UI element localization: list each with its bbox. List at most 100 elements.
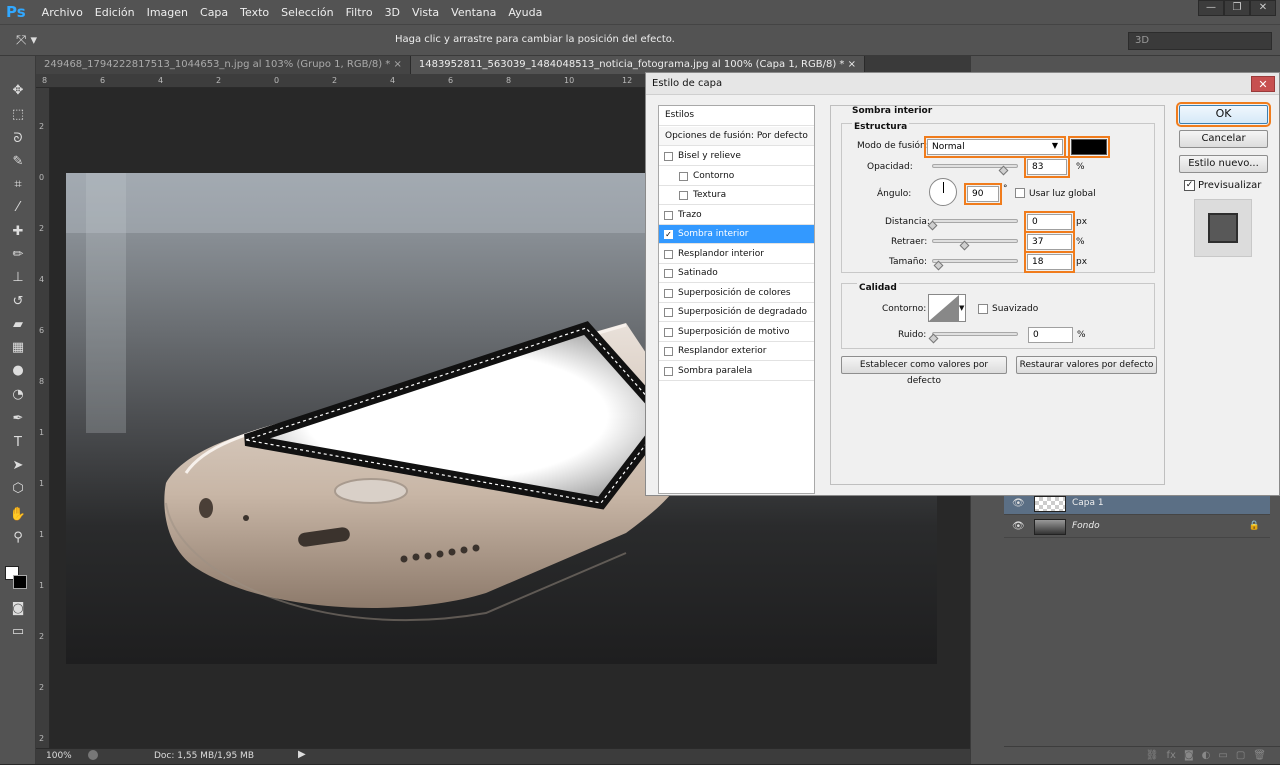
style-item[interactable]: Superposición de motivo: [659, 323, 814, 342]
blend-options-item[interactable]: Opciones de fusión: Por defecto: [659, 127, 814, 146]
menu-ventana[interactable]: Ventana: [445, 6, 502, 19]
distance-slider[interactable]: [927, 219, 1018, 231]
style-item[interactable]: Trazo: [659, 206, 814, 225]
style-checkbox[interactable]: [664, 308, 673, 317]
eye-icon[interactable]: 👁: [1012, 498, 1025, 509]
style-checkbox[interactable]: ✓: [664, 230, 673, 239]
status-arrow-icon[interactable]: ▶: [298, 749, 306, 760]
menu-imagen[interactable]: Imagen: [141, 6, 194, 19]
new-layer-icon[interactable]: ▢: [1236, 747, 1245, 764]
menu-vista[interactable]: Vista: [406, 6, 445, 19]
dialog-close-button[interactable]: ✕: [1251, 76, 1275, 92]
size-slider[interactable]: [932, 259, 1018, 271]
eraser-icon[interactable]: ▰: [7, 314, 29, 336]
style-checkbox[interactable]: [664, 288, 673, 298]
style-item[interactable]: Contorno: [659, 167, 814, 186]
ok-button[interactable]: OK: [1176, 102, 1271, 127]
menu-edicion[interactable]: Edición: [89, 6, 141, 19]
menu-seleccion[interactable]: Selección: [275, 6, 339, 19]
zoom-level[interactable]: 100%: [46, 751, 72, 761]
minimize-button[interactable]: —: [1198, 0, 1224, 16]
menu-texto[interactable]: Texto: [234, 6, 275, 19]
layer-name[interactable]: Fondo: [1072, 521, 1100, 531]
menu-ayuda[interactable]: Ayuda: [502, 6, 548, 19]
style-checkbox[interactable]: [664, 152, 673, 161]
shadow-color-swatch[interactable]: [1068, 136, 1110, 158]
menu-filtro[interactable]: Filtro: [340, 6, 379, 19]
adjustment-icon[interactable]: ◐: [1202, 747, 1211, 764]
reset-default-button[interactable]: Restaurar valores por defecto: [1016, 356, 1157, 374]
style-checkbox[interactable]: [664, 210, 673, 220]
slider-knob[interactable]: [928, 333, 939, 344]
angle-dial[interactable]: [929, 178, 957, 206]
fx-icon[interactable]: fx: [1167, 747, 1176, 764]
style-item[interactable]: Bisel y relieve: [659, 147, 814, 166]
style-checkbox[interactable]: [664, 366, 673, 376]
eyedropper-icon[interactable]: ⁄: [7, 197, 29, 219]
distance-field[interactable]: 0: [1024, 211, 1075, 233]
trash-icon[interactable]: 🗑: [1253, 747, 1266, 764]
style-checkbox[interactable]: [664, 327, 673, 337]
angle-field[interactable]: 90: [964, 183, 1002, 205]
dodge-icon[interactable]: ◔: [7, 384, 29, 406]
contour-dropdown-icon[interactable]: ▼: [959, 304, 964, 312]
quick-select-icon[interactable]: ✎: [7, 151, 29, 173]
screen-mode-icon[interactable]: ▭: [7, 621, 29, 643]
healing-brush-icon[interactable]: ✚: [7, 221, 29, 243]
opacity-slider[interactable]: [932, 164, 1018, 176]
opacity-field[interactable]: 83: [1024, 156, 1070, 178]
cancel-button[interactable]: Cancelar: [1179, 130, 1268, 148]
layer-row-capa-1[interactable]: 👁 Capa 1: [1004, 493, 1270, 515]
move-tool-icon[interactable]: ⤧ ▾: [16, 33, 37, 48]
layer-row-fondo[interactable]: 👁 Fondo 🔒: [1004, 516, 1270, 538]
lasso-icon[interactable]: ᘐ: [7, 128, 29, 150]
style-checkbox[interactable]: [664, 269, 673, 278]
choke-slider[interactable]: [932, 239, 1018, 251]
noise-slider[interactable]: [928, 332, 1018, 344]
set-default-button[interactable]: Establecer como valores por defecto: [841, 356, 1007, 386]
hand-icon[interactable]: ✋: [7, 504, 29, 526]
tab-close-icon[interactable]: ×: [848, 59, 856, 70]
workspace-select[interactable]: 3D: [1128, 32, 1272, 50]
style-item[interactable]: Resplandor exterior: [659, 342, 814, 361]
size-field[interactable]: 18: [1024, 251, 1075, 273]
restore-button[interactable]: ❐: [1224, 0, 1250, 16]
style-item[interactable]: ✓ Sombra interior: [659, 225, 814, 244]
blur-icon[interactable]: ●: [7, 360, 29, 382]
text-icon[interactable]: T: [7, 432, 29, 454]
dialog-titlebar[interactable]: Estilo de capa ✕: [646, 73, 1279, 95]
share-icon[interactable]: [88, 750, 98, 760]
style-item[interactable]: Sombra paralela: [659, 362, 814, 381]
style-checkbox[interactable]: [679, 171, 688, 181]
mask-icon[interactable]: ◙: [1184, 747, 1194, 764]
link-icon[interactable]: ⛓: [1146, 747, 1159, 764]
brush-icon[interactable]: ✏: [7, 244, 29, 266]
slider-knob[interactable]: [927, 220, 938, 231]
style-item[interactable]: Resplandor interior: [659, 245, 814, 264]
tab-document-1[interactable]: 249468_1794222817513_1044653_n.jpg al 10…: [36, 56, 411, 74]
style-checkbox[interactable]: [664, 249, 673, 259]
marquee-icon[interactable]: ⬚: [7, 104, 29, 126]
gradient-icon[interactable]: ▦: [7, 337, 29, 359]
quick-mask-icon[interactable]: ◙: [7, 598, 29, 620]
noise-field[interactable]: 0: [1028, 327, 1073, 343]
preview-checkbox[interactable]: ✓: [1184, 180, 1195, 191]
pen-icon[interactable]: ✒: [7, 408, 29, 430]
choke-field[interactable]: 37: [1024, 231, 1075, 253]
menu-capa[interactable]: Capa: [194, 6, 234, 19]
folder-icon[interactable]: ▭: [1218, 747, 1227, 764]
style-item[interactable]: Satinado: [659, 264, 814, 283]
background-color-swatch[interactable]: [13, 575, 27, 589]
new-style-button[interactable]: Estilo nuevo...: [1179, 155, 1268, 173]
move-icon[interactable]: ✥: [7, 80, 29, 102]
styles-header[interactable]: Estilos: [659, 106, 814, 126]
shape-icon[interactable]: ⬡: [7, 478, 29, 500]
style-item[interactable]: Textura: [659, 186, 814, 205]
antialias-checkbox[interactable]: [978, 304, 988, 314]
style-item[interactable]: Superposición de degradado: [659, 303, 814, 322]
layer-name[interactable]: Capa 1: [1072, 498, 1104, 508]
slider-knob[interactable]: [959, 240, 970, 251]
menu-archivo[interactable]: Archivo: [36, 6, 89, 19]
style-item[interactable]: Superposición de colores: [659, 284, 814, 303]
global-light-checkbox[interactable]: [1015, 188, 1025, 198]
